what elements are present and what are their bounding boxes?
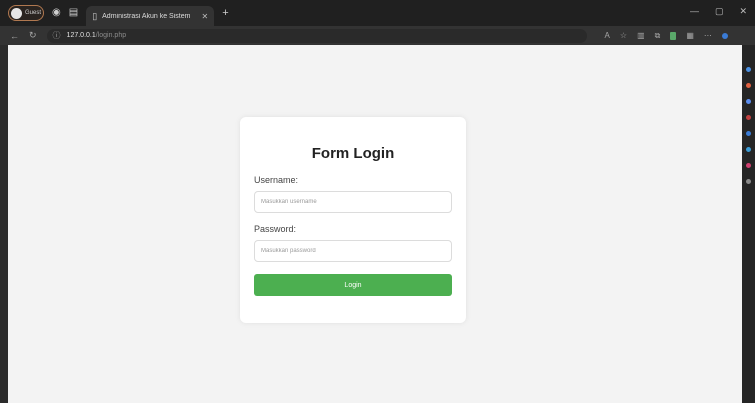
side-shopping-icon[interactable] xyxy=(746,83,751,88)
browser-titlebar: Guest ◉ ▤ ▯ Administrasi Akun ke Sistem … xyxy=(0,0,755,26)
more-icon[interactable]: ⋯ xyxy=(704,31,712,40)
side-panel xyxy=(742,45,755,403)
back-icon[interactable]: ← xyxy=(10,31,19,41)
copilot-icon[interactable] xyxy=(721,32,728,39)
extension-icon[interactable] xyxy=(670,31,677,40)
close-icon[interactable]: ✕ xyxy=(739,6,747,17)
favorite-icon[interactable]: ☆ xyxy=(620,31,627,40)
workspaces-icon[interactable]: ◉ xyxy=(52,8,61,18)
password-input[interactable] xyxy=(254,240,452,262)
side-tools-icon[interactable] xyxy=(746,99,751,104)
side-office-icon[interactable] xyxy=(746,131,751,136)
plus-icon[interactable]: + xyxy=(222,7,228,19)
side-games-icon[interactable] xyxy=(746,115,751,120)
split-screen-icon[interactable]: ▥ xyxy=(637,31,645,40)
extensions-icon[interactable]: ⧉ xyxy=(655,31,661,41)
side-app-icon[interactable] xyxy=(746,163,751,168)
toolbar-actions: A ☆ ▥ ⧉ ▦ ⋯ xyxy=(605,31,728,41)
window-controls: — ▢ ✕ xyxy=(690,6,747,17)
maximize-icon[interactable]: ▢ xyxy=(715,6,724,17)
password-label: Password: xyxy=(254,224,297,234)
tab-close-icon[interactable]: ✕ xyxy=(201,12,208,21)
page-icon: ▯ xyxy=(92,10,98,21)
collections-icon[interactable]: ▦ xyxy=(686,31,694,40)
info-icon[interactable]: ⓘ xyxy=(53,30,61,41)
username-input[interactable] xyxy=(254,191,452,213)
side-add-icon[interactable] xyxy=(746,179,751,184)
profile-button[interactable]: Guest xyxy=(8,5,44,21)
side-search-icon[interactable] xyxy=(746,67,751,72)
login-card: Form Login Username: Password: Login xyxy=(240,117,466,323)
login-title: Form Login xyxy=(311,145,395,162)
read-aloud-icon[interactable]: A xyxy=(605,31,610,40)
tab-title: Administrasi Akun ke Sistem xyxy=(102,12,191,20)
avatar xyxy=(11,7,22,19)
minimize-icon[interactable]: — xyxy=(690,6,699,17)
side-outlook-icon[interactable] xyxy=(746,147,751,152)
login-button[interactable]: Login xyxy=(254,274,452,296)
browser-toolbar: ← ↻ ⓘ 127.0.0.1 /login.php A ☆ ▥ ⧉ ▦ ⋯ xyxy=(0,26,755,45)
username-label: Username: xyxy=(254,175,299,185)
tab-actions-icon[interactable]: ▤ xyxy=(69,8,78,18)
address-bar[interactable]: ⓘ 127.0.0.1 /login.php xyxy=(46,28,587,43)
page-viewport: Form Login Username: Password: Login xyxy=(8,45,742,403)
address-path: /login.php xyxy=(95,32,127,39)
address-host: 127.0.0.1 xyxy=(66,32,96,39)
refresh-icon[interactable]: ↻ xyxy=(29,30,37,41)
browser-tab[interactable]: ▯ Administrasi Akun ke Sistem ✕ xyxy=(86,6,215,26)
profile-label: Guest xyxy=(24,10,41,16)
